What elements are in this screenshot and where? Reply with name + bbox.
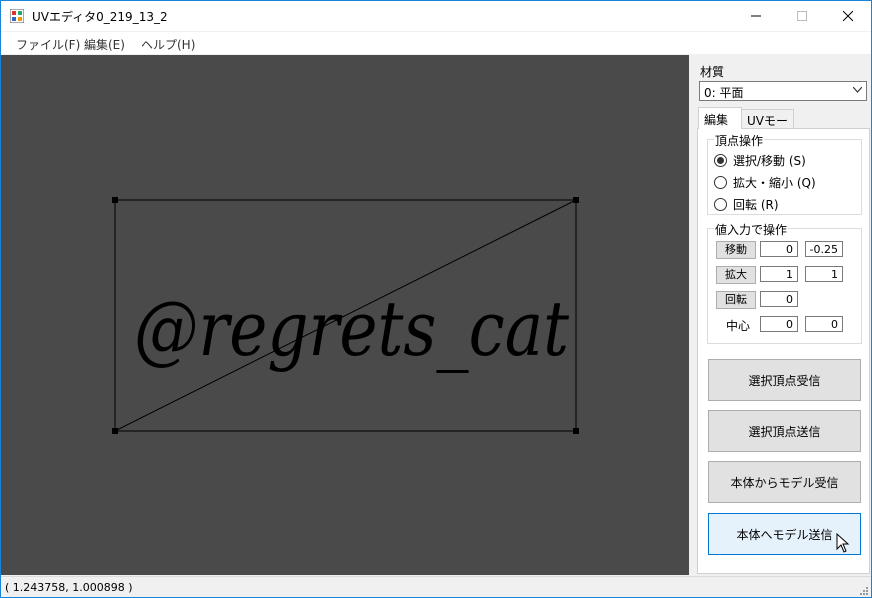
center-x-input[interactable]: 0 — [760, 316, 798, 332]
radio-rotate-label: 回転 (R) — [733, 198, 779, 212]
move-x-input[interactable]: 0 — [760, 241, 798, 257]
radio-scale-label: 拡大・縮小 (Q) — [733, 176, 816, 190]
scale-button[interactable]: 拡大 — [716, 266, 756, 284]
rotate-input[interactable]: 0 — [760, 291, 798, 307]
receive-selected-vertices-button[interactable]: 選択頂点受信 — [708, 359, 861, 401]
uv-texture: @regrets_cat — [134, 284, 569, 373]
scale-y-input[interactable]: 1 — [805, 266, 843, 282]
uv-vertex[interactable] — [112, 428, 118, 434]
rotate-button[interactable]: 回転 — [716, 291, 756, 309]
center-y-input[interactable]: 0 — [805, 316, 843, 332]
edit-tab-page: 頂点操作 選択/移動 (S) 拡大・縮小 (Q) 回転 (R) 値入力で操作 移… — [697, 128, 870, 574]
move-y-input[interactable]: -0.25 — [805, 241, 843, 257]
move-button[interactable]: 移動 — [716, 241, 756, 259]
status-bar: ( 1.243758, 1.000898 ) — [1, 576, 871, 597]
maximize-button[interactable] — [779, 1, 825, 31]
minimize-button[interactable] — [733, 1, 779, 31]
menu-bar: ファイル(F) 編集(E) ヘルプ(H) — [1, 32, 871, 54]
radio-scale[interactable]: 拡大・縮小 (Q) — [714, 174, 816, 191]
menu-file[interactable]: ファイル(F) — [16, 36, 80, 53]
menu-help[interactable]: ヘルプ(H) — [141, 36, 195, 53]
receive-model-button[interactable]: 本体からモデル受信 — [708, 461, 861, 503]
uv-editor-window: UVエディタ0_219_13_2 ファイル(F) 編集(E) ヘルプ(H) @r… — [0, 0, 872, 598]
maximize-icon — [797, 11, 807, 21]
radio-select-move-label: 選択/移動 (S) — [733, 154, 806, 168]
radio-rotate[interactable]: 回転 (R) — [714, 196, 779, 213]
chevron-down-icon — [853, 87, 862, 93]
tab-uv-morph[interactable]: UVモーフ — [740, 109, 794, 145]
menu-edit[interactable]: 編集(E) — [84, 36, 125, 53]
uv-vertex[interactable] — [573, 428, 579, 434]
send-selected-vertices-button[interactable]: 選択頂点送信 — [708, 410, 861, 452]
center-label: 中心 — [726, 319, 751, 333]
side-panel: 材質 0: 平面 編集 UVモーフ 頂点操作 選択/移動 (S) 拡大・縮小 — [694, 55, 871, 575]
vertex-operation-title: 頂点操作 — [714, 132, 765, 149]
close-icon — [843, 11, 853, 21]
minimize-icon — [751, 15, 761, 17]
texture-text: @regrets_cat — [134, 284, 569, 373]
mouse-cursor-icon — [836, 533, 850, 553]
tab-edit[interactable]: 編集 — [698, 107, 742, 129]
uv-canvas[interactable]: @regrets_cat — [1, 55, 689, 575]
title-bar[interactable]: UVエディタ0_219_13_2 — [1, 1, 871, 31]
value-input-group: 値入力で操作 移動 0 -0.25 拡大 1 1 回転 0 中心 0 0 — [707, 221, 862, 344]
radio-indicator — [714, 154, 727, 167]
vertex-operation-group: 頂点操作 選択/移動 (S) 拡大・縮小 (Q) 回転 (R) — [707, 132, 862, 215]
scale-x-input[interactable]: 1 — [760, 266, 798, 282]
uv-vertex[interactable] — [112, 197, 118, 203]
resize-grip-icon[interactable] — [859, 586, 869, 596]
radio-select-move[interactable]: 選択/移動 (S) — [714, 152, 806, 169]
cursor-coordinates: ( 1.243758, 1.000898 ) — [5, 581, 133, 594]
material-label: 材質 — [700, 65, 725, 79]
material-select[interactable]: 0: 平面 — [699, 81, 867, 101]
radio-indicator — [714, 198, 727, 211]
radio-indicator — [714, 176, 727, 189]
uv-vertex[interactable] — [573, 197, 579, 203]
close-button[interactable] — [825, 1, 871, 31]
uv-viewport[interactable]: @regrets_cat — [1, 55, 689, 575]
material-value: 0: 平面 — [704, 86, 744, 100]
value-input-title: 値入力で操作 — [714, 221, 789, 238]
window-title: UVエディタ0_219_13_2 — [32, 10, 168, 24]
app-icon — [10, 9, 24, 23]
tab-edit-label: 編集 — [704, 113, 729, 127]
